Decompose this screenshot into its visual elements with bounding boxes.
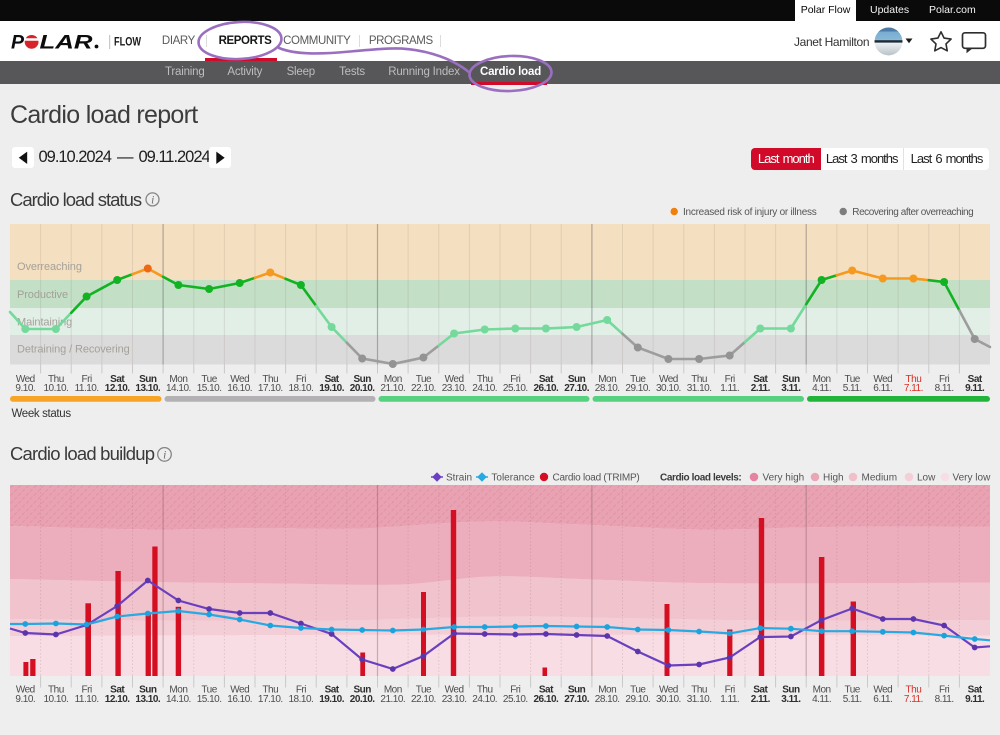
svg-text:13.10.: 13.10. xyxy=(135,383,161,394)
svg-text:9.10.: 9.10. xyxy=(15,694,35,705)
svg-text:Cardio load levels:: Cardio load levels: xyxy=(660,473,741,484)
svg-text:21.10.: 21.10. xyxy=(380,694,405,705)
svg-text:30.10.: 30.10. xyxy=(656,694,681,705)
svg-text:Detraining / Recovering: Detraining / Recovering xyxy=(17,344,130,356)
svg-text:20.10.: 20.10. xyxy=(350,694,376,705)
svg-text:Medium: Medium xyxy=(862,473,898,484)
svg-text:2.11.: 2.11. xyxy=(751,694,771,705)
svg-text:4.11.: 4.11. xyxy=(812,694,831,705)
svg-text:7.11.: 7.11. xyxy=(904,383,923,394)
svg-text:31.10.: 31.10. xyxy=(687,694,712,705)
svg-text:Week status: Week status xyxy=(12,408,72,420)
svg-text:27.10.: 27.10. xyxy=(564,694,590,705)
svg-text:30.10.: 30.10. xyxy=(656,383,681,394)
svg-text:7.11.: 7.11. xyxy=(904,694,923,705)
svg-text:Recovering after overreaching: Recovering after overreaching xyxy=(852,207,973,218)
svg-text:Low: Low xyxy=(917,473,936,484)
svg-text:3.11.: 3.11. xyxy=(781,383,801,394)
svg-text:19.10.: 19.10. xyxy=(319,694,345,705)
svg-text:Cardio load (TRIMP): Cardio load (TRIMP) xyxy=(553,473,640,484)
svg-text:28.10.: 28.10. xyxy=(595,694,620,705)
svg-text:High: High xyxy=(823,473,844,484)
svg-text:15.10.: 15.10. xyxy=(197,694,222,705)
svg-text:5.11.: 5.11. xyxy=(843,383,862,394)
svg-text:29.10.: 29.10. xyxy=(625,694,650,705)
svg-text:Overreaching: Overreaching xyxy=(17,261,82,273)
svg-text:2.11.: 2.11. xyxy=(751,383,771,394)
svg-text:1.11.: 1.11. xyxy=(720,694,739,705)
svg-text:26.10.: 26.10. xyxy=(533,383,559,394)
svg-text:16.10.: 16.10. xyxy=(227,694,252,705)
svg-text:Increased risk of injury or il: Increased risk of injury or illness xyxy=(683,207,817,218)
svg-text:5.11.: 5.11. xyxy=(843,694,862,705)
svg-text:1.11.: 1.11. xyxy=(720,383,739,394)
svg-text:11.10.: 11.10. xyxy=(75,694,99,705)
svg-text:12.10.: 12.10. xyxy=(105,383,131,394)
svg-text:6.11.: 6.11. xyxy=(873,694,892,705)
svg-text:14.10.: 14.10. xyxy=(166,694,191,705)
svg-text:10.10.: 10.10. xyxy=(43,383,68,394)
svg-text:9.11.: 9.11. xyxy=(965,694,985,705)
svg-text:13.10.: 13.10. xyxy=(135,694,161,705)
svg-text:31.10.: 31.10. xyxy=(687,383,712,394)
svg-text:15.10.: 15.10. xyxy=(197,383,222,394)
svg-text:9.10.: 9.10. xyxy=(15,383,35,394)
svg-text:22.10.: 22.10. xyxy=(411,694,436,705)
svg-text:10.10.: 10.10. xyxy=(43,694,68,705)
svg-text:4.11.: 4.11. xyxy=(812,383,831,394)
svg-text:21.10.: 21.10. xyxy=(380,383,405,394)
svg-text:18.10.: 18.10. xyxy=(288,694,313,705)
svg-text:26.10.: 26.10. xyxy=(533,694,559,705)
svg-text:17.10.: 17.10. xyxy=(258,694,283,705)
svg-text:Productive: Productive xyxy=(17,289,68,301)
svg-text:19.10.: 19.10. xyxy=(319,383,345,394)
svg-text:Very high: Very high xyxy=(763,473,805,484)
svg-text:8.11.: 8.11. xyxy=(935,694,954,705)
svg-text:3.11.: 3.11. xyxy=(781,694,801,705)
svg-text:27.10.: 27.10. xyxy=(564,383,590,394)
svg-text:16.10.: 16.10. xyxy=(227,383,252,394)
svg-text:20.10.: 20.10. xyxy=(350,383,376,394)
svg-text:6.11.: 6.11. xyxy=(873,383,892,394)
svg-text:22.10.: 22.10. xyxy=(411,383,436,394)
svg-text:25.10.: 25.10. xyxy=(503,383,528,394)
svg-text:9.11.: 9.11. xyxy=(965,383,985,394)
svg-text:23.10.: 23.10. xyxy=(442,383,467,394)
svg-text:25.10.: 25.10. xyxy=(503,694,528,705)
svg-text:24.10.: 24.10. xyxy=(472,383,497,394)
svg-text:28.10.: 28.10. xyxy=(595,383,620,394)
svg-text:Tolerance: Tolerance xyxy=(491,473,535,484)
svg-text:11.10.: 11.10. xyxy=(75,383,99,394)
svg-text:24.10.: 24.10. xyxy=(472,694,497,705)
svg-text:12.10.: 12.10. xyxy=(105,694,131,705)
svg-text:29.10.: 29.10. xyxy=(625,383,650,394)
svg-text:8.11.: 8.11. xyxy=(935,383,954,394)
svg-text:14.10.: 14.10. xyxy=(166,383,191,394)
svg-text:17.10.: 17.10. xyxy=(258,383,283,394)
svg-text:18.10.: 18.10. xyxy=(288,383,313,394)
svg-text:Strain: Strain xyxy=(446,473,472,484)
svg-text:23.10.: 23.10. xyxy=(442,694,467,705)
svg-text:Very low: Very low xyxy=(953,473,992,484)
